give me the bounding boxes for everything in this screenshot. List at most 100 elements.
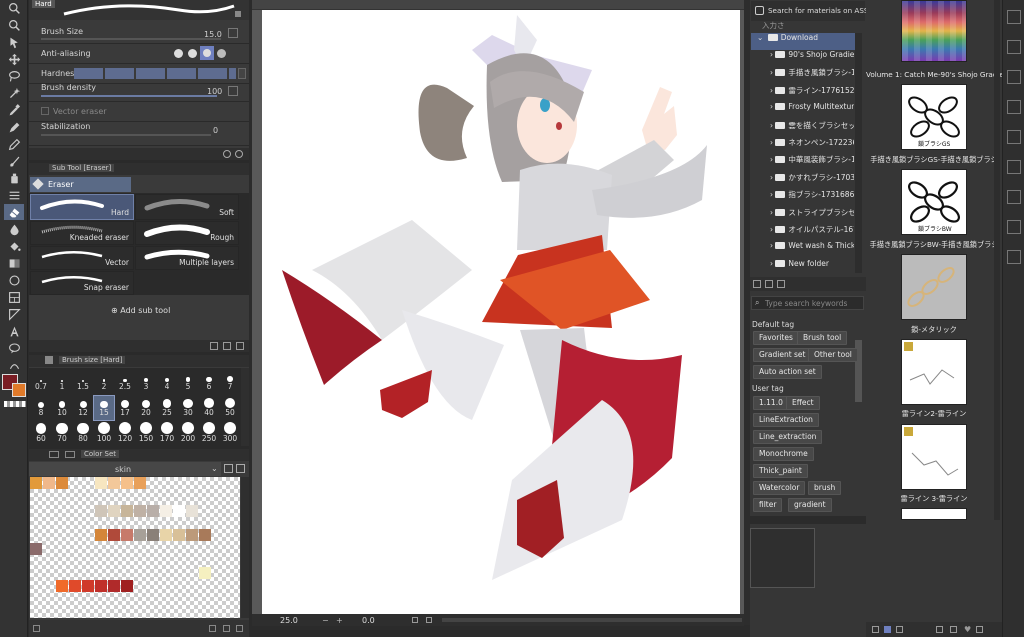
vector-eraser-checkbox[interactable] [41,107,49,115]
color-set-scrollbar[interactable] [241,477,249,618]
asset-folder-item[interactable]: › 90's Shojo Gradient Se [750,50,854,67]
brush-size-cell[interactable]: 300 [220,422,240,446]
color-wheel-tab-icon[interactable] [49,451,59,458]
brush-size-cell[interactable]: 15 [93,395,115,421]
favorite-icon[interactable]: ♥ [964,625,971,634]
color-swatch[interactable] [121,580,133,592]
brush-size-cell[interactable]: 8 [31,396,51,420]
asset-folder-item[interactable]: › 手描き風鎖ブラシ-144 [750,67,854,84]
history-icon[interactable] [1007,100,1021,114]
hardness-slider[interactable] [74,68,236,79]
color-swatch[interactable] [108,580,120,592]
zoom-value[interactable]: 25.0 [280,616,298,625]
brush-size-cell[interactable]: 3 [136,370,156,394]
replace-color-icon[interactable] [223,625,230,632]
horizontal-scrollbar[interactable] [442,618,742,622]
color-swatch[interactable] [160,529,172,541]
search-material-icon[interactable] [950,626,957,633]
add-subtool-button[interactable]: ⊕ Add sub tool [111,306,170,315]
color-set-title[interactable]: Color Set [81,450,119,458]
color-swatch[interactable] [69,580,81,592]
color-swatch[interactable] [82,580,94,592]
color-swatch[interactable] [30,543,42,555]
transparent-color-swatch[interactable] [4,401,26,407]
color-swatch[interactable] [173,505,185,517]
brush-size-cell[interactable]: 70 [52,422,72,446]
color-swatch[interactable] [160,505,172,517]
color-swatch[interactable] [95,529,107,541]
item-bank-icon[interactable] [1007,160,1021,174]
color-swatch[interactable] [186,529,198,541]
brush-size-cell[interactable]: 100 [94,422,114,446]
brush-size-cell[interactable]: 7 [220,370,240,394]
brush-size-cell[interactable]: 6 [199,370,219,394]
timeline-icon[interactable] [1007,190,1021,204]
hardness-row[interactable]: Hardness [29,64,249,84]
decoration-icon[interactable] [4,187,24,203]
color-swatch[interactable] [199,567,211,579]
brush-size-row[interactable]: Brush Size 15.0 [29,22,249,44]
eraser-icon[interactable] [4,204,24,220]
subtool-rough[interactable]: Rough [135,221,239,245]
anti-aliasing-row[interactable]: Anti-aliasing [29,44,249,64]
brush-size-scrollbar[interactable] [241,368,249,446]
default-tag-button[interactable]: Other tool [808,348,858,362]
brush-size-cell[interactable]: 1.5 [73,370,93,394]
color-swatch[interactable] [56,580,68,592]
brush-size-cell[interactable]: 200 [178,422,198,446]
brush-size-cell[interactable]: 50 [220,396,240,420]
color-swatch[interactable] [108,529,120,541]
stabilization-row[interactable]: Stabilization 0 [29,122,249,146]
brush-size-cell[interactable]: 30 [178,396,198,420]
brush-density-row[interactable]: Brush density 100 [29,82,249,102]
layer-property-icon[interactable] [1007,70,1021,84]
brush-icon[interactable] [4,153,24,169]
color-swatch[interactable] [30,477,42,489]
brush-size-cell[interactable]: 40 [199,396,219,420]
quick-access-icon[interactable] [1007,250,1021,264]
user-tag-button[interactable]: filter [753,498,783,512]
brush-size-cell[interactable]: 120 [115,422,135,446]
brush-size-cell[interactable]: 150 [136,422,156,446]
default-tag-button[interactable]: Brush tool [797,331,848,345]
frame-border-icon[interactable] [4,289,24,305]
lasso-icon[interactable] [4,68,24,84]
asset-folder-item[interactable]: › New folder [750,259,854,276]
color-set-settings-icon[interactable] [224,464,233,473]
copy-icon[interactable] [210,342,218,350]
subtool-hard[interactable]: Hard [30,194,134,220]
balloon-icon[interactable] [4,340,24,356]
thumb-chain-gs[interactable]: 鎖ブラシGS [901,84,967,150]
asset-folder-item[interactable]: › ストライプブラシセット-1 [750,207,854,224]
brush-size-cell[interactable]: 20 [136,396,156,420]
subtool-multiple-layers[interactable]: Multiple layers [135,246,239,270]
brush-size-cell[interactable]: 1 [52,370,72,394]
color-swatch[interactable] [108,477,120,489]
thumb-lightning-3[interactable] [901,424,967,490]
text-icon[interactable] [4,323,24,339]
pen-icon[interactable] [4,119,24,135]
asset-folder-item[interactable]: › Wet wash & Thick oil [750,241,854,258]
brush-size-panel-title[interactable]: Brush size [Hard] [59,356,126,364]
brush-size-cell[interactable]: 17 [115,396,135,420]
tag-icon[interactable] [777,280,785,288]
asset-folder-item[interactable]: › 指ブラシ-1731686 [750,189,854,206]
color-swatch[interactable] [134,477,146,489]
subtool-soft[interactable]: Soft [135,194,239,220]
asset-folder-item[interactable]: › 雷ライン-1776152 [750,85,854,102]
color-swatch[interactable] [199,529,211,541]
brush-size-cell[interactable]: 10 [52,396,72,420]
brush-size-cell[interactable]: 170 [157,422,177,446]
object-icon[interactable] [4,34,24,50]
color-swatch[interactable] [95,477,107,489]
brush-size-cell[interactable]: 2 [94,370,114,394]
zoom-in-button[interactable]: + [336,616,343,625]
thumb-scrollbar[interactable] [994,0,1000,520]
user-tag-button[interactable]: Line_extraction [753,430,823,444]
wrench-icon[interactable] [235,150,243,158]
zoom-out-icon[interactable] [4,17,24,33]
canvas-area[interactable] [252,0,744,625]
color-swatch[interactable] [134,529,146,541]
trash-icon[interactable] [236,342,244,350]
subtool-panel-title[interactable]: Sub Tool [Eraser] [49,164,115,172]
